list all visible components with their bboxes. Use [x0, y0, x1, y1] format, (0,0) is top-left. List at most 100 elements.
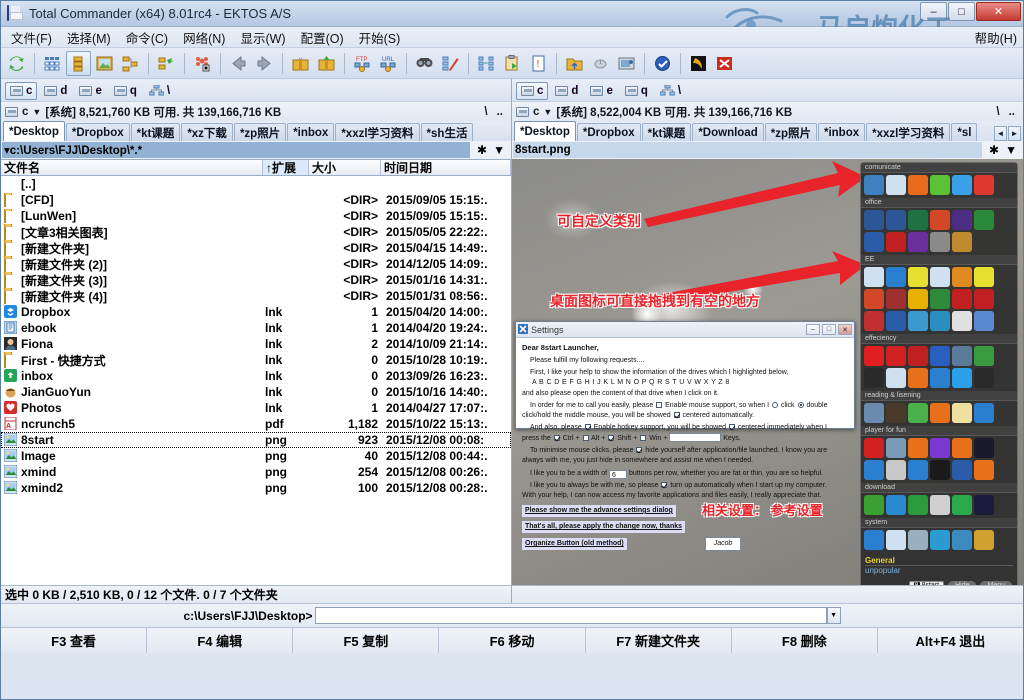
autostart-checkbox[interactable] — [661, 481, 668, 488]
menu-item-commands[interactable]: 命令(C) — [126, 28, 168, 47]
column-header-ext[interactable]: ↑扩展 — [263, 160, 309, 175]
launcher-app-icon[interactable] — [974, 311, 994, 331]
fkey-f8-delete[interactable]: F8 删除 — [732, 628, 878, 653]
double-click-radio[interactable] — [797, 401, 804, 408]
table-row[interactable]: [..] — [1, 176, 511, 192]
search-icon[interactable] — [412, 51, 437, 76]
drive-button-d[interactable]: d — [550, 82, 583, 100]
column-header-date[interactable]: 时间日期 — [381, 160, 511, 175]
table-row[interactable]: [LunWen] <DIR> 2015/09/05 15:15:. — [1, 208, 511, 224]
properties-icon[interactable]: ! — [526, 51, 551, 76]
launcher-app-icon[interactable] — [908, 175, 928, 195]
launcher-app-icon[interactable] — [930, 175, 950, 195]
drive-button-network[interactable]: \ — [144, 82, 175, 100]
left-file-list[interactable]: [..] [CFD] <DIR> 2015/09/05 15:15:. [LunWen]… — [1, 176, 511, 585]
launcher-menu-button[interactable]: Menu — [980, 581, 1012, 585]
right-tab-desktop[interactable]: *Desktop — [514, 121, 576, 141]
right-tab-download[interactable]: *Download — [692, 123, 764, 141]
single-click-radio[interactable] — [771, 401, 778, 408]
back-arrow-icon[interactable] — [226, 51, 251, 76]
drive-button-d[interactable]: d — [39, 82, 72, 100]
list-thumbnail-icon[interactable] — [92, 51, 117, 76]
launcher-app-icon[interactable] — [974, 267, 994, 287]
sync-dirs-icon[interactable] — [438, 51, 463, 76]
left-tab-inbox[interactable]: *inbox — [287, 123, 335, 141]
maximize-button[interactable]: □ — [948, 2, 975, 21]
launcher-app-icon[interactable] — [952, 368, 972, 388]
launcher-app-icon[interactable] — [908, 530, 928, 550]
left-tab-kt[interactable]: *kt课题 — [130, 123, 181, 141]
hotkey-shift-checkbox[interactable] — [608, 435, 615, 442]
launcher-app-icon[interactable] — [908, 289, 928, 309]
launcher-app-icon[interactable] — [908, 210, 928, 230]
command-history-button[interactable]: ▼ — [826, 607, 841, 624]
launcher-app-icon[interactable] — [952, 175, 972, 195]
table-row[interactable]: [CFD] <DIR> 2015/09/05 15:15:. — [1, 192, 511, 208]
chevron-down-icon[interactable]: ▼ — [543, 107, 552, 117]
table-row[interactable]: Photos lnk 1 2014/04/27 17:07:. — [1, 400, 511, 416]
hotkey-alt-checkbox[interactable] — [582, 435, 589, 442]
pack-icon[interactable] — [288, 51, 313, 76]
ftp-connect-icon[interactable]: FTP — [350, 51, 375, 76]
drive-button-q[interactable]: q — [620, 82, 653, 100]
launcher-app-icon[interactable] — [886, 530, 906, 550]
launcher-app-icon[interactable] — [864, 460, 884, 480]
launcher-app-icon[interactable] — [864, 368, 884, 388]
launcher-app-icon[interactable] — [864, 495, 884, 515]
launcher-app-icon[interactable] — [930, 460, 950, 480]
launcher-app-icon[interactable] — [864, 530, 884, 550]
settings-minimize-button[interactable]: – — [806, 324, 820, 335]
column-header-size[interactable]: 大小 — [309, 160, 381, 175]
left-tab-xxzl[interactable]: *xxzl学习资料 — [335, 123, 420, 141]
table-row[interactable]: [新建文件夹 (2)] <DIR> 2014/12/05 14:09:. — [1, 256, 511, 272]
close-red-icon[interactable] — [712, 51, 737, 76]
right-path-field[interactable]: 8start.png — [513, 142, 983, 158]
launcher-app-icon[interactable] — [908, 460, 928, 480]
launcher-app-icon[interactable] — [864, 438, 884, 458]
launcher-app-icon[interactable] — [886, 232, 906, 252]
launcher-app-icon[interactable] — [886, 175, 906, 195]
drive-button-e[interactable]: e — [74, 82, 106, 100]
launcher-app-icon[interactable] — [952, 460, 972, 480]
folder-up-icon[interactable] — [562, 51, 587, 76]
drive-button-network[interactable]: \ — [655, 82, 686, 100]
right-tab-sl[interactable]: *sl — [951, 123, 978, 141]
right-drive-selector-label[interactable]: c — [533, 106, 539, 118]
launcher-app-icon[interactable] — [974, 368, 994, 388]
launcher-app-icon[interactable] — [974, 460, 994, 480]
hotkey-win-checkbox[interactable] — [640, 435, 647, 442]
launcher-app-icon[interactable] — [930, 210, 950, 230]
command-line-input[interactable] — [314, 607, 827, 624]
multi-rename-icon[interactable] — [190, 51, 215, 76]
paste-icon[interactable] — [500, 51, 525, 76]
screenshot-icon[interactable] — [614, 51, 639, 76]
right-tab-dropbox[interactable]: *Dropbox — [576, 123, 641, 141]
launcher-app-icon[interactable] — [864, 267, 884, 287]
left-tab-sh[interactable]: *sh生活 — [420, 123, 474, 141]
table-row[interactable]: Image png 40 2015/12/08 00:44:. — [1, 448, 511, 464]
launcher-app-icon[interactable] — [952, 438, 972, 458]
left-nav-root-button[interactable]: \ — [484, 106, 487, 118]
launcher-app-icon[interactable] — [908, 346, 928, 366]
hide-after-launch-checkbox[interactable] — [636, 447, 643, 454]
right-path-wildcard-button[interactable]: ✱ — [989, 143, 999, 157]
launcher-app-icon[interactable] — [952, 210, 972, 230]
launcher-app-icon[interactable] — [886, 460, 906, 480]
launcher-app-icon[interactable] — [930, 267, 950, 287]
left-tab-zp[interactable]: *zp照片 — [233, 123, 287, 141]
hotkey-ctrl-checkbox[interactable] — [553, 435, 560, 442]
unpack-icon[interactable] — [314, 51, 339, 76]
menu-item-select[interactable]: 选择(M) — [67, 28, 111, 47]
launcher-app-icon[interactable] — [908, 403, 928, 423]
table-row[interactable]: Dropbox lnk 1 2015/04/20 14:00:. — [1, 304, 511, 320]
left-tab-xz[interactable]: *xz下载 — [181, 123, 233, 141]
close-button[interactable]: ✕ — [976, 2, 1021, 21]
launcher-app-icon[interactable] — [864, 311, 884, 331]
launcher-app-icon[interactable] — [974, 495, 994, 515]
launcher-app-icon[interactable] — [886, 267, 906, 287]
tab-scroll-left-button[interactable]: ◄ — [994, 126, 1007, 141]
right-tab-kt[interactable]: *kt课题 — [641, 123, 692, 141]
right-tab-zp[interactable]: *zp照片 — [764, 123, 817, 141]
enable-hotkey-support-checkbox[interactable] — [584, 423, 591, 430]
launcher-app-icon[interactable] — [952, 346, 972, 366]
